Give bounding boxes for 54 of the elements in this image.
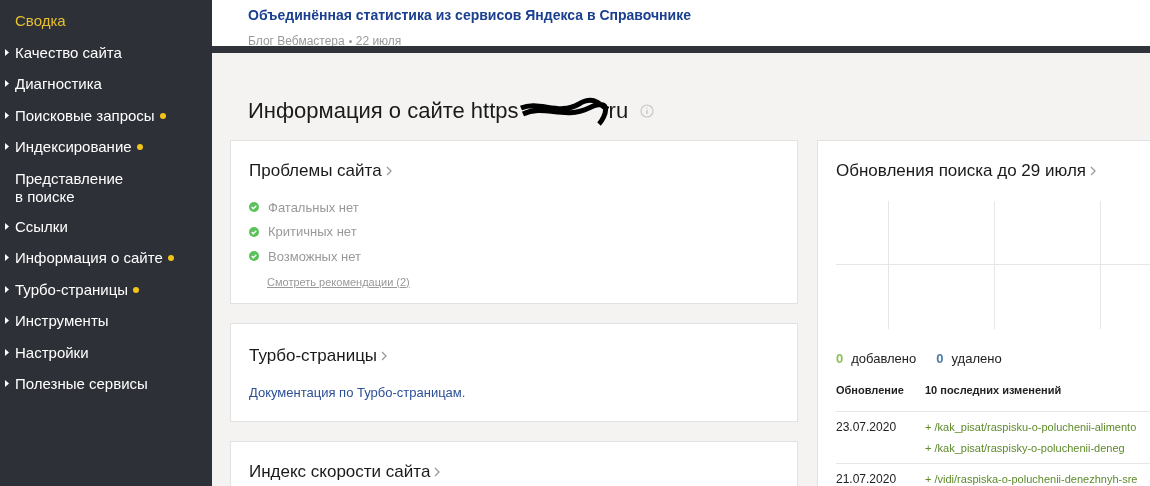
sidebar-item[interactable]: Полезные сервисы (15, 375, 148, 393)
chevron-icon (385, 165, 392, 176)
removed-count: 0 (936, 349, 944, 368)
added-label: добавлено (851, 349, 917, 368)
card-title[interactable]: Индекс скорости сайта (249, 459, 431, 485)
removed-label: удалено (951, 349, 1002, 368)
triangle-icon (5, 254, 9, 261)
sidebar-item[interactable]: Настройки (15, 343, 89, 362)
chevron-icon (381, 350, 388, 361)
triangle-icon (5, 80, 9, 87)
problem-status: Возможных нет (268, 247, 361, 266)
sidebar-item[interactable]: Диагностика (15, 75, 102, 93)
triangle-icon (5, 222, 9, 230)
changed-page-link[interactable]: + /kak_pisat/raspisky-o-poluchenii-deneg (925, 440, 1137, 455)
column-header: Обновление (836, 383, 905, 398)
card-title[interactable]: Обновления поиска до 29 июля (836, 158, 1086, 184)
sidebar-item[interactable]: Индексирование (15, 138, 132, 156)
info-icon[interactable] (640, 103, 655, 118)
sidebar-item[interactable]: Информация о сайте (15, 249, 163, 267)
check-icon (249, 251, 259, 262)
update-date: 23.07.2020 (836, 419, 898, 436)
problem-status: Фатальных нет (268, 198, 359, 217)
triangle-icon (5, 48, 9, 56)
card-title[interactable]: Турбо-страницы (249, 343, 378, 369)
sidebar-item[interactable]: Ссылки (15, 217, 68, 236)
changed-page-link[interactable]: + /kak_pisat/raspisku-o-poluchenii-alimento (925, 419, 1137, 434)
news-title[interactable]: Объединённая статистика из сервисов Яндекса в Справочнике (248, 5, 1150, 26)
check-icon (249, 202, 259, 213)
card-title[interactable]: Проблемы сайта (249, 158, 382, 184)
sidebar-item[interactable]: Поисковые запросы (15, 106, 155, 125)
update-date: 21.07.2020 (836, 471, 898, 486)
page-title: ru (608, 97, 629, 125)
changed-page-link[interactable]: + /vidi/raspiska-o-poluchenii-denezhnyh-sre (925, 471, 1138, 486)
triangle-icon (5, 380, 9, 387)
chevron-icon (1090, 165, 1096, 176)
check-icon (249, 226, 259, 237)
triangle-icon (5, 143, 9, 150)
added-count: 0 (836, 349, 844, 368)
sidebar-item[interactable]: Сводка (15, 12, 66, 30)
triangle-icon (5, 285, 9, 293)
news-date: 22 июля (355, 33, 402, 50)
column-header: 10 последних изменений (925, 383, 1062, 398)
sidebar-item[interactable]: Представление в поиске (15, 169, 127, 206)
news-source: Блог Вебмастера (248, 33, 345, 50)
documentation-link[interactable]: Документация по Турбо-страницам. (249, 382, 797, 402)
sidebar-item[interactable]: Качество сайта (15, 43, 122, 62)
chevron-icon (434, 466, 441, 477)
page-title: Информация о сайте https (248, 97, 519, 125)
triangle-icon (5, 111, 9, 119)
triangle-icon (5, 348, 9, 356)
sidebar-item[interactable]: Турбо-страницы (15, 280, 128, 299)
sidebar-item[interactable]: Инструменты (15, 312, 109, 330)
problem-status: Критичных нет (268, 223, 357, 241)
triangle-icon (5, 317, 9, 324)
